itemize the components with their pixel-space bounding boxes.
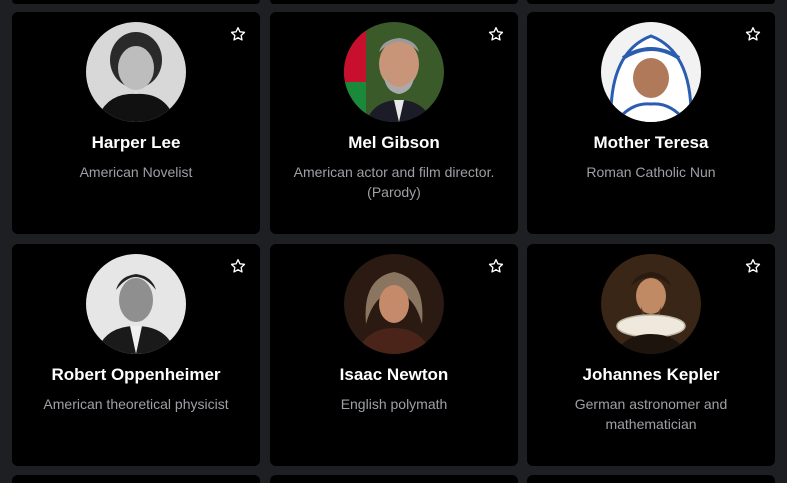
- avatar: [601, 254, 701, 354]
- avatar: [344, 254, 444, 354]
- character-name: Robert Oppenheimer: [51, 365, 221, 384]
- avatar: [86, 254, 186, 354]
- character-card-isaac-newton[interactable]: Isaac Newton English polymath: [270, 244, 518, 466]
- star-outline-icon[interactable]: [745, 258, 761, 274]
- star-outline-icon[interactable]: [230, 26, 246, 42]
- character-description: German astronomer and mathematician: [574, 396, 728, 432]
- star-outline-icon[interactable]: [488, 258, 504, 274]
- avatar: [86, 22, 186, 122]
- character-card-harper-lee[interactable]: Harper Lee American Novelist: [12, 12, 260, 234]
- card-partial-bottom[interactable]: [527, 475, 775, 483]
- avatar: [601, 22, 701, 122]
- card-partial-top[interactable]: [527, 0, 775, 4]
- star-outline-icon[interactable]: [230, 258, 246, 274]
- character-description: Roman Catholic Nun: [586, 164, 716, 180]
- card-partial-bottom[interactable]: [270, 475, 518, 483]
- character-name: Mel Gibson: [348, 133, 440, 152]
- star-outline-icon[interactable]: [488, 26, 504, 42]
- character-description: English polymath: [340, 396, 448, 412]
- character-name: Harper Lee: [91, 133, 181, 152]
- character-description: American Novelist: [79, 164, 193, 180]
- character-name: Mother Teresa: [593, 133, 709, 152]
- card-partial-top[interactable]: [12, 0, 260, 4]
- avatar: [344, 22, 444, 122]
- character-card-mother-teresa[interactable]: Mother Teresa Roman Catholic Nun: [527, 12, 775, 234]
- character-card-johannes-kepler[interactable]: Johannes Kepler German astronomer and ma…: [527, 244, 775, 466]
- character-card-robert-oppenheimer[interactable]: Robert Oppenheimer American theoretical …: [12, 244, 260, 466]
- character-name: Johannes Kepler: [582, 365, 720, 384]
- character-description: American theoretical physicist: [43, 396, 229, 412]
- character-description: American actor and film director. (Parod…: [293, 164, 495, 200]
- character-card-mel-gibson[interactable]: Mel Gibson American actor and film direc…: [270, 12, 518, 234]
- card-partial-top[interactable]: [270, 0, 518, 4]
- star-outline-icon[interactable]: [745, 26, 761, 42]
- character-name: Isaac Newton: [339, 365, 449, 384]
- card-partial-bottom[interactable]: [12, 475, 260, 483]
